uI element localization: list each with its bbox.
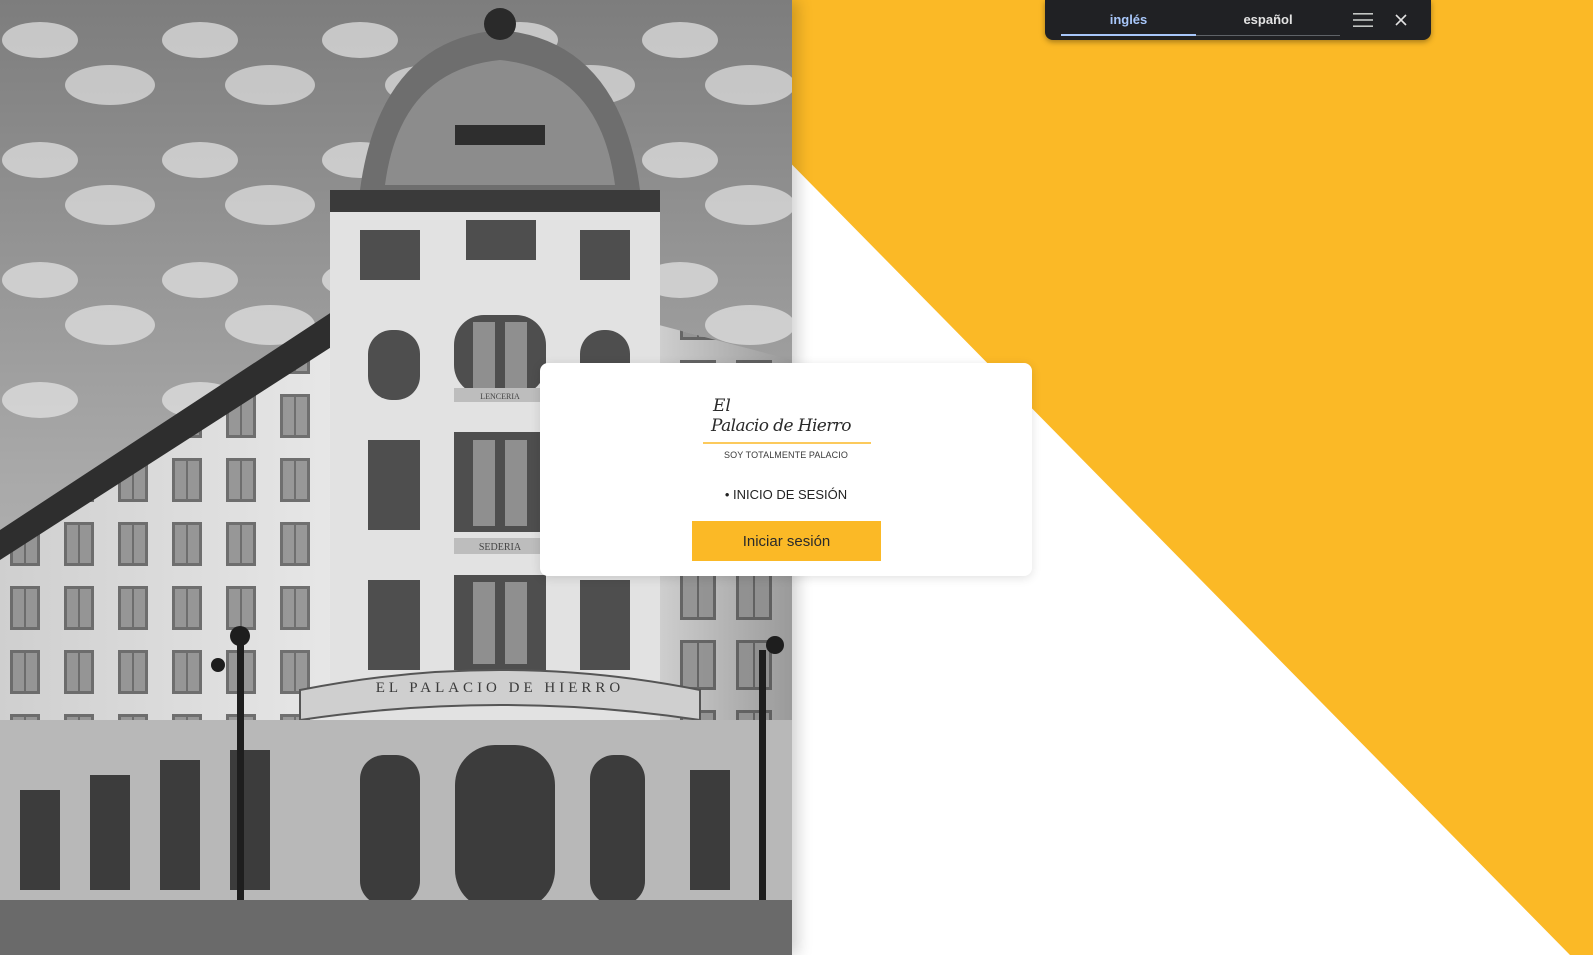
logo-brand-line-2: Palacio de Hierro (710, 416, 851, 436)
translate-toolbar: inglés español (1045, 0, 1431, 40)
close-icon[interactable] (1389, 8, 1413, 32)
tab-language-spanish[interactable]: español (1196, 4, 1340, 36)
logo-brand-line-1: El (712, 396, 731, 416)
section-title: • INICIO DE SESIÓN (724, 487, 848, 502)
window-sign-lenceria: LENCERIA (480, 392, 520, 401)
facade-inscription: EL PALACIO DE HIERRO (376, 680, 624, 696)
window-sign-sederia: SEDERIA (479, 542, 522, 553)
logo-tagline: SOY TOTALMENTE PALACIO (724, 450, 848, 460)
login-button[interactable]: Iniciar sesión (692, 521, 881, 561)
hamburger-menu-icon[interactable] (1351, 8, 1375, 32)
login-card: El Palacio de Hierro SOY TOTALMENTE PALA… (540, 363, 1032, 576)
tab-language-english[interactable]: inglés (1061, 4, 1196, 36)
